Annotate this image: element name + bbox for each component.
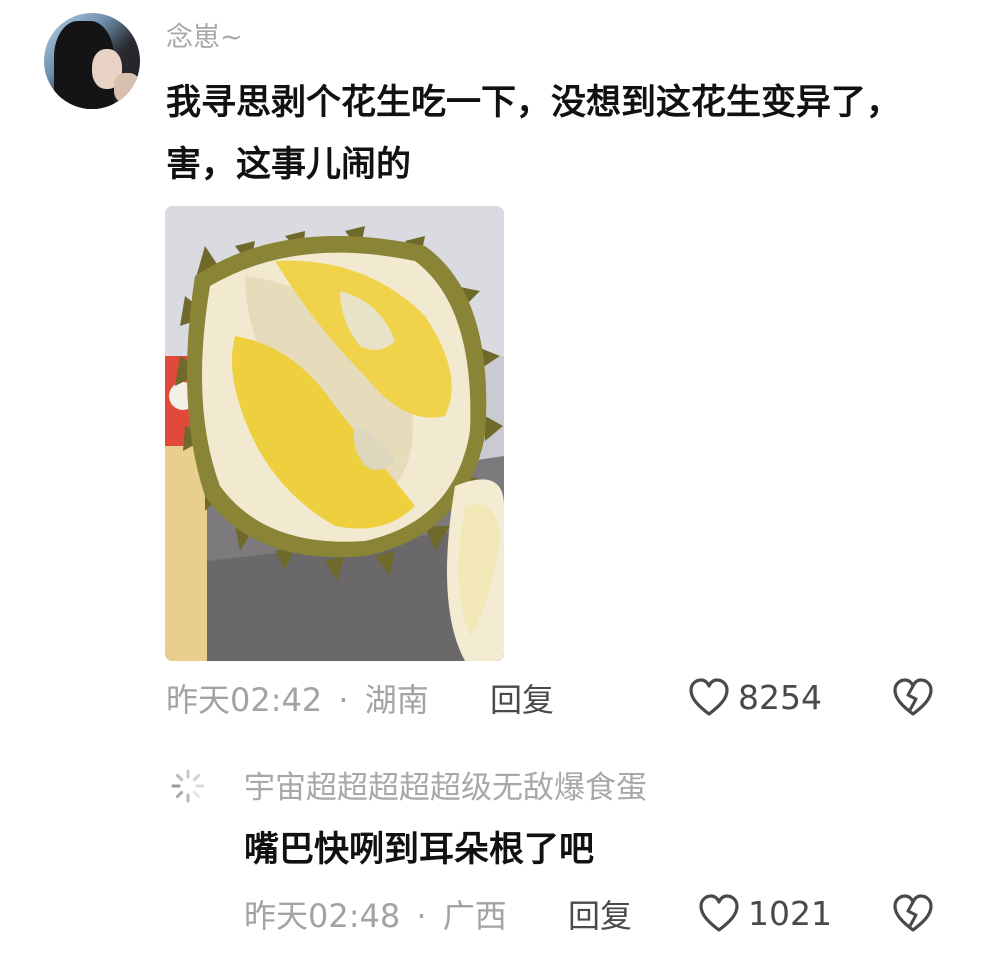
loading-spinner-icon [171,769,205,803]
avatar-hand [114,73,140,103]
comment-image[interactable] [165,206,504,661]
reply-button[interactable]: 回复 [490,680,554,720]
sub-comment-meta: 昨天02:48 · 广西 [244,896,507,936]
broken-heart-icon [893,894,933,932]
comment-time: 昨天02:42 [166,681,323,719]
sub-like-button[interactable]: 1021 [698,894,832,934]
sub-like-count: 1021 [748,894,832,933]
sub-comment-location: 广西 [442,897,507,935]
sub-reply-button[interactable]: 回复 [568,896,632,936]
dislike-button[interactable] [892,678,934,722]
heart-outline-icon [699,894,739,932]
meta-separator: · [338,681,349,719]
heart-outline-icon [689,678,729,716]
sub-avatar[interactable] [170,768,206,804]
sub-comment-time: 昨天02:48 [244,897,401,935]
broken-heart-icon [893,678,933,716]
comment-meta: 昨天02:42 · 湖南 [166,680,429,720]
sub-comment-text: 嘴巴快咧到耳朵根了吧 [244,830,595,870]
like-button[interactable]: 8254 [688,678,822,718]
meta-separator: · [416,897,427,935]
like-count: 8254 [738,678,822,717]
avatar[interactable] [44,13,140,109]
sub-dislike-button[interactable] [892,894,934,938]
comment-username[interactable]: 念崽~ [166,20,243,56]
durian-photo [165,206,504,661]
comment-text: 我寻思剥个花生吃一下，没想到这花生变异了，害，这事儿闹的 [166,83,902,185]
comment-location: 湖南 [364,681,429,719]
sub-comment-username[interactable]: 宇宙超超超超超级无敌爆食蛋 [244,768,647,808]
